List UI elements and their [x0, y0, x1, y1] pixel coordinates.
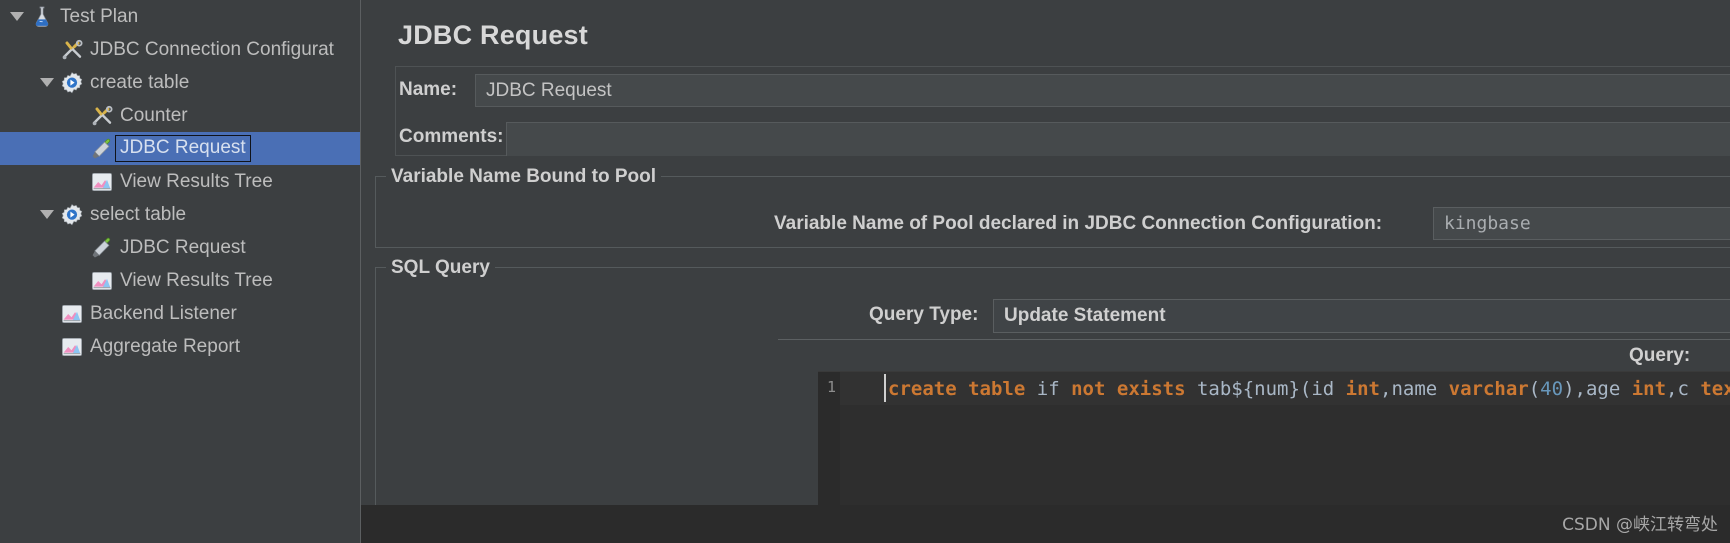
test-plan-tree[interactable]: Test Plan JDBC Connection Configurat creat…: [0, 0, 361, 543]
thread-group-gear-icon: [60, 203, 84, 227]
code-token: table: [968, 378, 1026, 400]
code-token: text: [1700, 378, 1730, 400]
pool-variable-input[interactable]: kingbase: [1433, 207, 1730, 240]
tree-item-label: View Results Tree: [120, 269, 273, 291]
jdbc-request-panel: JDBC Request Name: JDBC Request Comments…: [361, 0, 1730, 543]
code-token: int: [1345, 378, 1380, 400]
sql-code-line[interactable]: create table if not exists tab${num}(id …: [888, 376, 1730, 402]
listener-chart-icon: [60, 302, 84, 326]
thread-group-gear-icon: [60, 71, 84, 95]
tree-item-label: create table: [90, 71, 190, 93]
pool-group-title: Variable Name Bound to Pool: [386, 166, 661, 188]
code-token: (: [1528, 378, 1541, 400]
tree-item-label: View Results Tree: [120, 170, 273, 192]
query-separator: [778, 339, 1730, 340]
name-label: Name:: [399, 79, 458, 100]
tree-item-label: JDBC Request: [115, 135, 251, 162]
line-number: 1: [826, 378, 836, 396]
listener-chart-icon: [90, 170, 114, 194]
flask-icon: [30, 5, 54, 29]
tree-item-jdbc-request[interactable]: JDBC Request: [0, 231, 361, 264]
tree-item-view-results-tree[interactable]: View Results Tree: [0, 165, 361, 198]
tree-expand-toggle-icon[interactable]: [38, 206, 56, 224]
jmeter-window: Test Plan JDBC Connection Configurat creat…: [0, 0, 1730, 543]
tree-item-aggregate-report[interactable]: Aggregate Report: [0, 330, 361, 363]
tree-item-label: JDBC Request: [120, 236, 246, 258]
code-token: 40: [1540, 378, 1564, 400]
sql-group-title: SQL Query: [386, 257, 495, 279]
comments-input[interactable]: [506, 122, 1730, 156]
tree-item-label: select table: [90, 203, 187, 225]
page-title: JDBC Request: [398, 20, 588, 50]
tree-item-create-table[interactable]: create table: [0, 66, 361, 99]
code-token: ),age: [1563, 378, 1632, 400]
code-token: if: [1036, 378, 1060, 400]
code-token: ,c: [1666, 378, 1701, 400]
query-type-label: Query Type:: [869, 304, 979, 325]
comments-label: Comments:: [399, 126, 504, 147]
sampler-pipette-icon: [90, 236, 114, 260]
tree-item-view-results-tree[interactable]: View Results Tree: [0, 264, 361, 297]
tree-item-label: Aggregate Report: [90, 335, 240, 357]
tree-rows: Test Plan JDBC Connection Configurat creat…: [0, 0, 361, 363]
config-tools-icon: [60, 38, 84, 62]
code-token: create: [888, 378, 957, 400]
tree-item-backend-listener[interactable]: Backend Listener: [0, 297, 361, 330]
tree-item-label: Counter: [120, 104, 188, 126]
tree-item-counter[interactable]: Counter: [0, 99, 361, 132]
csdn-watermark: CSDN @峡江转弯处: [1562, 515, 1718, 535]
code-token: tab${num}(id: [1185, 378, 1346, 400]
tree-item-jdbc-request[interactable]: JDBC Request: [0, 132, 361, 165]
tree-item-test-plan[interactable]: Test Plan: [0, 0, 361, 33]
tree-item-select-table[interactable]: select table: [0, 198, 361, 231]
text-caret: [884, 374, 886, 402]
listener-chart-icon: [90, 269, 114, 293]
tree-expand-toggle-icon[interactable]: [38, 74, 56, 92]
sampler-pipette-icon: [90, 137, 114, 161]
code-token: varchar: [1448, 378, 1529, 400]
bottom-bar: [361, 505, 1730, 543]
name-input[interactable]: JDBC Request: [475, 74, 1730, 107]
listener-chart-icon: [60, 335, 84, 359]
code-token: not: [1071, 378, 1106, 400]
tree-item-label: Backend Listener: [90, 302, 237, 324]
pool-variable-label: Variable Name of Pool declared in JDBC C…: [774, 213, 1383, 234]
code-token: ,name: [1380, 378, 1449, 400]
tree-item-jdbc-connection-configurat[interactable]: JDBC Connection Configurat: [0, 33, 361, 66]
code-token: int: [1631, 378, 1667, 400]
tree-expand-toggle-icon[interactable]: [8, 8, 26, 26]
tree-item-label: Test Plan: [60, 5, 139, 27]
query-type-select[interactable]: Update Statement: [993, 299, 1730, 333]
tree-item-label: JDBC Connection Configurat: [90, 38, 334, 60]
config-tools-icon: [90, 104, 114, 128]
query-label: Query:: [1629, 345, 1691, 366]
code-token: exists: [1116, 378, 1186, 400]
